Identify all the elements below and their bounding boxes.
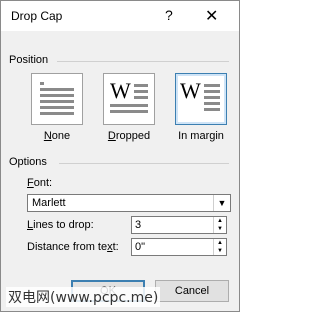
font-dropdown[interactable]: Marlett ▼: [27, 194, 231, 212]
stepper-down-icon[interactable]: ▼: [214, 247, 226, 255]
stepper-buttons: ▲ ▼: [213, 239, 226, 255]
text-line: [40, 106, 74, 109]
text-line: [40, 112, 74, 115]
position-option-in-margin[interactable]: W: [175, 73, 227, 125]
text-line: [204, 96, 220, 99]
stepper-down-icon[interactable]: ▼: [214, 225, 226, 233]
distance-from-text-value[interactable]: 0": [135, 241, 145, 253]
position-section-label: Position: [9, 54, 49, 66]
drop-cap-letter: W: [110, 78, 131, 103]
options-divider: [59, 163, 229, 164]
text-line: [204, 84, 220, 87]
close-icon[interactable]: ✕: [205, 6, 218, 25]
text-line: [204, 108, 220, 111]
lines-to-drop-stepper[interactable]: 3 ▲ ▼: [131, 216, 227, 234]
text-line: [40, 88, 74, 91]
position-option-dropped[interactable]: W: [103, 73, 155, 125]
stepper-up-icon[interactable]: ▲: [214, 217, 226, 225]
position-divider: [57, 61, 229, 62]
help-icon[interactable]: ?: [165, 7, 173, 23]
text-line: [40, 100, 74, 103]
text-line: [110, 110, 148, 113]
text-line: [204, 90, 220, 93]
position-label-in-margin[interactable]: In margin: [167, 130, 235, 142]
position-label-dropped[interactable]: Dropped: [99, 130, 159, 142]
none-cap-mark: [40, 82, 44, 85]
title-bar: Drop Cap ? ✕: [1, 1, 239, 31]
dialog-title: Drop Cap: [11, 9, 63, 23]
position-label-none[interactable]: None: [27, 130, 87, 142]
text-line: [110, 104, 148, 107]
text-line: [204, 102, 220, 105]
options-section-label: Options: [9, 156, 47, 168]
text-line: [134, 84, 148, 87]
text-line: [134, 90, 148, 93]
chevron-down-icon[interactable]: ▼: [213, 195, 230, 211]
lines-to-drop-label: Lines to drop:: [27, 219, 94, 231]
drop-cap-letter: W: [180, 78, 201, 103]
font-value: Marlett: [32, 197, 66, 209]
text-line: [40, 94, 74, 97]
font-label: Font:: [27, 177, 53, 189]
distance-from-text-label: Distance from text:: [27, 241, 119, 253]
position-option-none[interactable]: [31, 73, 83, 125]
drop-cap-dialog: Drop Cap ? ✕ Position None W Dropped W I…: [0, 0, 240, 312]
text-line: [134, 96, 148, 99]
stepper-buttons: ▲ ▼: [213, 217, 226, 233]
lines-to-drop-value[interactable]: 3: [135, 219, 141, 231]
stepper-up-icon[interactable]: ▲: [214, 239, 226, 247]
cancel-button[interactable]: Cancel: [155, 280, 229, 302]
watermark-text: 双电网(www.pcpc.me): [6, 287, 161, 307]
distance-from-text-stepper[interactable]: 0" ▲ ▼: [131, 238, 227, 256]
